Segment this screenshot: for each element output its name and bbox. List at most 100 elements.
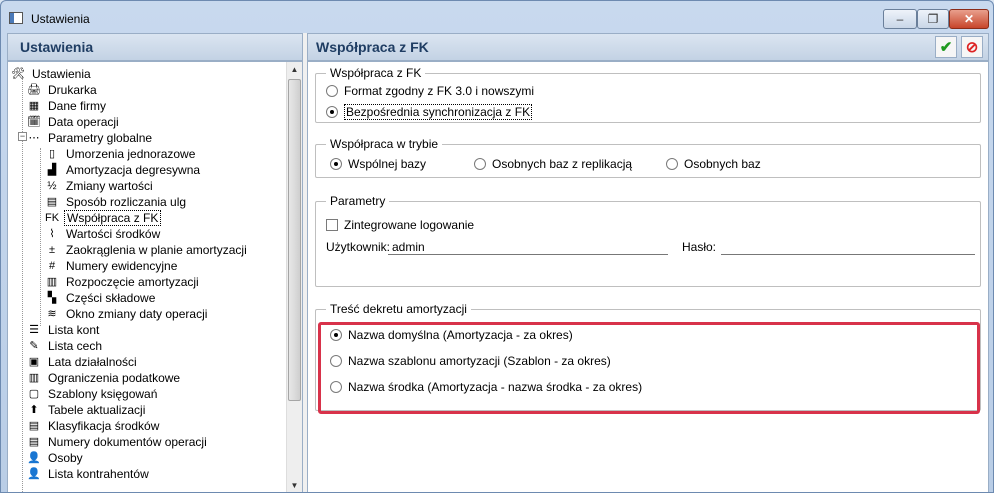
tree-item-label: Numery ewidencyjne <box>66 259 178 273</box>
documents-icon: ▤ <box>28 436 40 448</box>
fk-option-format[interactable]: Format zgodny z FK 3.0 i nowszymi <box>326 84 534 98</box>
tree-item[interactable]: ▟ Amortyzacja degresywna <box>44 162 202 178</box>
radio-sync[interactable] <box>326 106 338 118</box>
tree-item[interactable]: ✎ Lista cech <box>26 338 104 354</box>
fk-option-format-label: Format zgodny z FK 3.0 i nowszymi <box>344 84 535 98</box>
maximize-button[interactable]: ❐ <box>917 9 949 29</box>
highlight-box <box>318 322 980 414</box>
features-icon: ✎ <box>29 340 39 352</box>
depreciation-icon: ▯ <box>48 148 56 160</box>
tree-scrollbar[interactable]: ▲ ▼ <box>286 62 302 492</box>
tree-item-label: Sposób rozliczania ulg <box>66 195 187 209</box>
mode-option-separate-label: Osobnych baz <box>684 157 761 171</box>
value-change-icon: ½ <box>47 180 57 192</box>
mode-option-separate[interactable]: Osobnych baz <box>666 157 761 171</box>
decree-group-legend: Treść dekretu amortyzacji <box>326 302 471 316</box>
update-icon: ⬆ <box>29 404 39 416</box>
settings-tree[interactable]: − ▲ ▼ 🛠 Ustawienia 🖨 Drukarka ▦ Dane firmy 🗓 Da… <box>7 61 303 492</box>
fk-group: Współpraca z FK Format zgodny z FK 3.0 i… <box>315 66 981 123</box>
radio-shared[interactable] <box>330 158 342 170</box>
tree-item-label: Parametry globalne <box>48 131 153 145</box>
mode-group: Współpraca w trybie Wspólnej bazy Osobny… <box>315 137 981 178</box>
tree-item[interactable]: FK Współpraca z FK <box>44 210 162 226</box>
tree-item[interactable]: 🗓 Data operacji <box>26 114 121 130</box>
tree-item[interactable]: ≋ Okno zmiany daty operacji <box>44 306 209 322</box>
tree-item-label: Ograniczenia podatkowe <box>48 371 181 385</box>
password-input[interactable] <box>721 239 975 255</box>
relief-icon: ▤ <box>46 196 58 208</box>
integrated-login-option[interactable]: Zintegrowane logowanie <box>326 218 474 232</box>
tree-item[interactable]: ▢ Szablony księgowań <box>26 386 159 402</box>
title-bar[interactable]: Ustawienia – ❐ ✕ <box>1 1 993 33</box>
tree-item-label: Wartości środków <box>66 227 161 241</box>
page-title: Współpraca z FK <box>316 39 429 55</box>
mode-group-legend: Współpraca w trybie <box>326 137 443 151</box>
tree-item-label: Szablony księgowań <box>48 387 158 401</box>
calendar-icon: 🗓 <box>27 116 41 128</box>
user-input[interactable] <box>388 239 668 255</box>
mode-option-replication-label: Osobnych baz z replikacją <box>492 157 633 171</box>
mode-option-shared[interactable]: Wspólnej bazy <box>330 157 426 171</box>
radio-replication[interactable] <box>474 158 486 170</box>
tree-item-label: Tabele aktualizacji <box>48 403 146 417</box>
params-group-legend: Parametry <box>326 194 390 208</box>
tree-item[interactable]: ⋯ Parametry globalne <box>26 130 154 146</box>
password-label: Hasło: <box>682 240 717 254</box>
cancel-button[interactable]: ⊘ <box>961 36 983 58</box>
company-icon: ▦ <box>28 100 40 112</box>
tree-item[interactable]: ▤ Numery dokumentów operacji <box>26 434 209 450</box>
window-title: Ustawienia <box>31 12 90 26</box>
parts-icon: ▚ <box>47 292 57 304</box>
integrated-login-checkbox[interactable] <box>326 219 338 231</box>
tree-item-label: Drukarka <box>48 83 97 97</box>
tree-item[interactable]: 🛠 Ustawienia <box>10 66 93 82</box>
tree-item[interactable]: 🖨 Drukarka <box>26 82 99 98</box>
years-icon: ▣ <box>28 356 40 368</box>
start-icon: ▥ <box>46 276 58 288</box>
tree-item-label: Lista kontrahentów <box>48 467 149 481</box>
tree-item[interactable]: # Numery ewidencyjne <box>44 258 179 274</box>
tree-item[interactable]: ▥ Ograniczenia podatkowe <box>26 370 182 386</box>
tree-item-label: Lista cech <box>48 339 103 353</box>
scroll-up-icon[interactable]: ▲ <box>287 62 302 78</box>
params-group: Parametry Zintegrowane logowanie Użytkow… <box>315 194 981 287</box>
tree-item[interactable]: ⌇ Wartości środków <box>44 226 162 242</box>
tree-item-label: Okno zmiany daty operacji <box>66 307 208 321</box>
tree-item-label: Klasyfikacja środków <box>48 419 160 433</box>
tree-item-label: Amortyzacja degresywna <box>66 163 201 177</box>
tree-item[interactable]: ▣ Lata działalności <box>26 354 139 370</box>
mode-option-replication[interactable]: Osobnych baz z replikacją <box>474 157 632 171</box>
tree-item[interactable]: ½ Zmiany wartości <box>44 178 155 194</box>
user-label: Użytkownik: <box>326 240 391 254</box>
tree-item[interactable]: ⬆ Tabele aktualizacji <box>26 402 147 418</box>
printer-icon: 🖨 <box>27 84 41 96</box>
tree-item[interactable]: ▚ Części składowe <box>44 290 157 306</box>
tree-item[interactable]: ± Zaokrąglenia w planie amortyzacji <box>44 242 249 258</box>
scroll-down-icon[interactable]: ▼ <box>287 478 302 492</box>
tree-item[interactable]: ▦ Dane firmy <box>26 98 108 114</box>
tree-item[interactable]: 👤 Osoby <box>26 450 85 466</box>
scroll-thumb[interactable] <box>288 79 301 401</box>
tree-item[interactable]: ▤ Sposób rozliczania ulg <box>44 194 188 210</box>
fk-option-sync[interactable]: Bezpośrednia synchronizacja z FK <box>326 104 533 120</box>
radio-format[interactable] <box>326 85 338 97</box>
classification-icon: ▤ <box>28 420 40 432</box>
fk-group-legend: Współpraca z FK <box>326 66 426 80</box>
integrated-login-label: Zintegrowane logowanie <box>344 218 475 232</box>
client-area: Ustawienia − ▲ ▼ 🛠 Ustawienia 🖨 Drukarka ▦ Da… <box>7 33 989 492</box>
tree-item-label: Zmiany wartości <box>66 179 153 193</box>
tree-item-label: Umorzenia jednorazowe <box>66 147 196 161</box>
radio-separate[interactable] <box>666 158 678 170</box>
tree-item[interactable]: ▥ Rozpoczęcie amortyzacji <box>44 274 201 290</box>
tree-item-label: Rozpoczęcie amortyzacji <box>66 275 199 289</box>
tree-item[interactable]: ☰ Lista kont <box>26 322 101 338</box>
close-button[interactable]: ✕ <box>949 9 989 29</box>
confirm-button[interactable]: ✔ <box>935 36 957 58</box>
tree-item[interactable]: 👤 Lista kontrahentów <box>26 466 151 482</box>
tree-item[interactable]: ▤ Klasyfikacja środków <box>26 418 161 434</box>
minimize-button[interactable]: – <box>883 9 917 29</box>
contractors-icon: 👤 <box>27 468 41 480</box>
fk-option-sync-label: Bezpośrednia synchronizacja z FK <box>344 104 533 120</box>
tree-item[interactable]: ▯ Umorzenia jednorazowe <box>44 146 197 162</box>
tree-item-label: Osoby <box>48 451 83 465</box>
